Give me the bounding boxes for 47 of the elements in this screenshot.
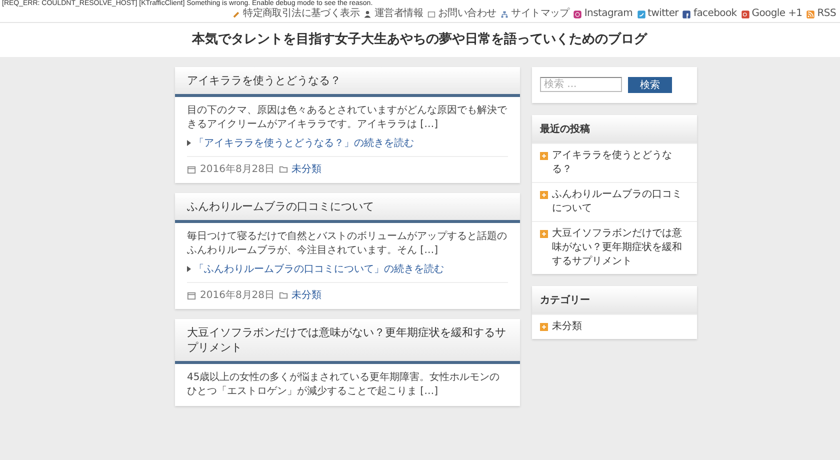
header-link[interactable]: RSS bbox=[806, 8, 836, 20]
search-button[interactable]: 検索 bbox=[628, 77, 672, 93]
post-title[interactable]: 大豆イソフラボンだけでは意味がない？更年期症状を緩和するサプリメント bbox=[175, 319, 520, 364]
google-plus-icon bbox=[740, 10, 750, 18]
header-link[interactable]: 特定商取引法に基づく表示 bbox=[232, 8, 360, 20]
header-link[interactable]: facebook bbox=[682, 8, 737, 20]
plus-icon bbox=[540, 152, 548, 160]
post-excerpt: 毎日つけて寝るだけで自然とバストのボリュームがアップすると話題のふんわりルームブラが、今注目されています。そん […] bbox=[187, 230, 508, 258]
post-date: 2016年8月28日 bbox=[200, 163, 275, 176]
read-more-link[interactable]: 「ふんわりルームブラの口コミについて」の続きを読む bbox=[187, 262, 508, 276]
instagram-icon bbox=[573, 10, 582, 18]
sidebar-link[interactable]: アイキララを使うとどうなる？ bbox=[532, 143, 697, 182]
post-date: 2016年8月28日 bbox=[200, 289, 275, 302]
person-icon bbox=[363, 10, 372, 18]
plus-icon bbox=[540, 191, 548, 199]
header-link[interactable]: Instagram bbox=[573, 8, 633, 20]
sidebar-link[interactable]: 大豆イソフラボンだけでは意味がない？更年期症状を緩和するサプリメント bbox=[532, 221, 697, 274]
triangle-icon bbox=[187, 266, 191, 272]
sitemap-icon bbox=[500, 10, 510, 18]
header-link[interactable]: twitter bbox=[636, 8, 678, 20]
widget-title: 最近の投稿 bbox=[532, 115, 697, 143]
header-link[interactable]: サイトマップ bbox=[500, 8, 570, 20]
category-link[interactable]: 未分類 bbox=[292, 288, 322, 302]
folder-icon bbox=[278, 164, 288, 174]
sidebar-link[interactable]: ふんわりルームブラの口コミについて bbox=[532, 182, 697, 221]
pencil-icon bbox=[232, 10, 242, 18]
post-excerpt: 目の下のクマ、原因は色々あるとされていますがどんな原因でも解決できるアイクリームがアイキララです。アイキララは […] bbox=[187, 104, 508, 132]
rss-icon bbox=[806, 10, 816, 18]
category-link[interactable]: 未分類 bbox=[292, 162, 322, 176]
triangle-icon bbox=[187, 140, 191, 146]
header-link[interactable]: Google +1 bbox=[740, 8, 802, 20]
header-link[interactable]: 運営者情報 bbox=[363, 8, 423, 20]
search-field[interactable]: 検索 ... bbox=[540, 77, 622, 92]
post-title[interactable]: アイキララを使うとどうなる？ bbox=[175, 67, 520, 97]
widget-title: カテゴリー bbox=[532, 286, 697, 314]
sidebar-link[interactable]: 未分類 bbox=[532, 314, 697, 339]
read-more-link[interactable]: 「アイキララを使うとどうなる？」の続きを読む bbox=[187, 136, 508, 150]
post-title[interactable]: ふんわりルームブラの口コミについて bbox=[175, 193, 520, 223]
plus-icon bbox=[540, 323, 548, 331]
folder-icon bbox=[278, 290, 288, 300]
post-excerpt: 45歳以上の女性の多くが悩まされている更年期障害。女性ホルモンのひとつ「エストロゲン」が減少することで起こりま […] bbox=[187, 371, 501, 399]
header-link[interactable]: お問い合わせ bbox=[427, 8, 496, 20]
calendar-icon bbox=[187, 164, 196, 174]
facebook-icon bbox=[682, 10, 692, 18]
calendar-icon bbox=[187, 290, 196, 300]
plus-icon bbox=[540, 230, 548, 238]
twitter-icon bbox=[636, 10, 646, 18]
